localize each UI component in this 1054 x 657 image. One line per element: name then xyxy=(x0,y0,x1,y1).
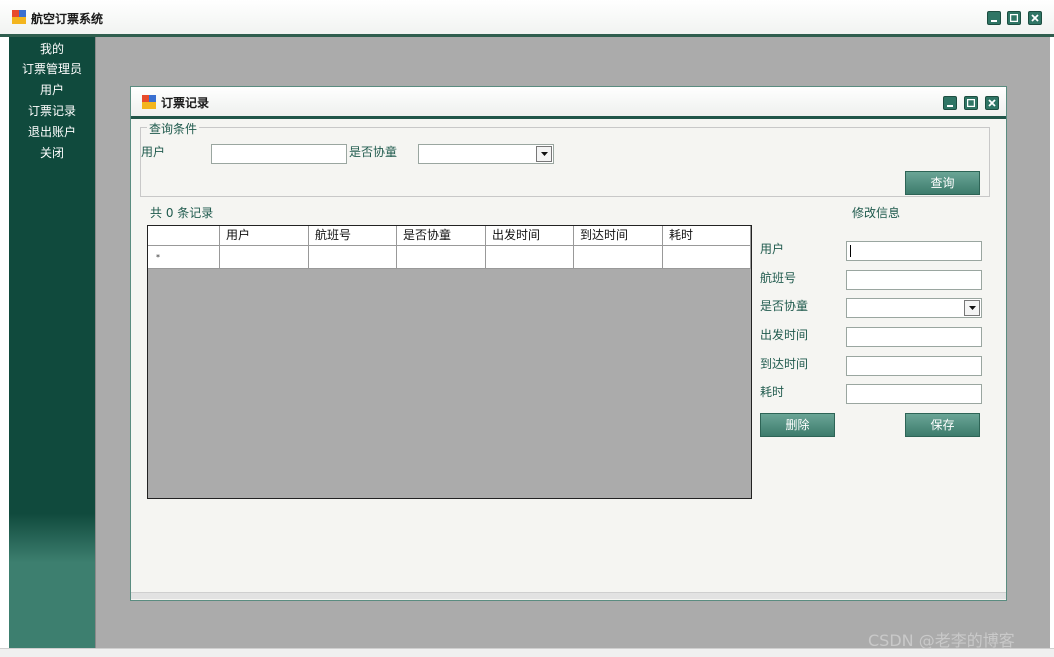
edit-departure-input[interactable] xyxy=(846,327,982,347)
edit-duration-input[interactable] xyxy=(846,384,982,404)
child-close-icon[interactable] xyxy=(985,96,999,110)
chevron-down-icon[interactable] xyxy=(536,146,552,162)
sidebar-item-mine[interactable]: 我的 xyxy=(9,39,95,59)
query-button[interactable]: 查询 xyxy=(905,171,980,195)
query-child-combobox[interactable] xyxy=(418,144,554,164)
chevron-down-icon[interactable] xyxy=(964,300,980,316)
delete-button[interactable]: 删除 xyxy=(760,413,835,437)
child-maximize-icon[interactable] xyxy=(964,96,978,110)
app-icon xyxy=(12,10,26,24)
child-titlebar: 订票记录 xyxy=(131,87,1006,116)
grid-corner-header xyxy=(148,226,220,246)
grid-cell[interactable] xyxy=(574,246,663,269)
edit-flight-input[interactable] xyxy=(846,270,982,290)
grid-column-header[interactable]: 耗时 xyxy=(663,226,751,246)
main-titlebar: 航空订票系统 xyxy=(0,0,1054,34)
records-grid[interactable]: 用户 航班号 是否协童 出发时间 到达时间 耗时 * xyxy=(147,225,752,499)
child-window-title: 订票记录 xyxy=(161,96,210,110)
sidebar-item-booking-records[interactable]: 订票记录 xyxy=(9,101,95,121)
edit-child-label: 是否协童 xyxy=(760,299,809,313)
window-icon xyxy=(142,95,156,109)
grid-cell[interactable] xyxy=(397,246,486,269)
grid-column-header[interactable]: 用户 xyxy=(220,226,309,246)
save-button[interactable]: 保存 xyxy=(905,413,980,437)
edit-user-label: 用户 xyxy=(760,242,785,256)
query-user-input[interactable] xyxy=(211,144,347,164)
edit-child-combobox[interactable] xyxy=(846,298,982,318)
text-cursor xyxy=(850,245,851,257)
grid-cell[interactable] xyxy=(486,246,574,269)
edit-duration-label: 耗时 xyxy=(760,385,785,399)
new-row-marker[interactable]: * xyxy=(148,246,220,269)
sidebar-item-logout[interactable]: 退出账户 xyxy=(9,122,95,142)
child-titlebar-divider xyxy=(131,116,1006,119)
query-child-label: 是否协童 xyxy=(349,145,398,159)
edit-arrival-label: 到达时间 xyxy=(760,357,809,371)
child-status-strip xyxy=(131,592,1006,599)
grid-column-header[interactable]: 航班号 xyxy=(309,226,397,246)
grid-cell[interactable] xyxy=(309,246,397,269)
edit-panel-title: 修改信息 xyxy=(852,206,901,220)
edit-arrival-input[interactable] xyxy=(846,356,982,376)
booking-records-window: 订票记录 查询条件 用户 是否协童 查询 共 0 条记录 用户 航班号 是否协童… xyxy=(130,86,1007,601)
grid-column-header[interactable]: 出发时间 xyxy=(486,226,574,246)
grid-column-header[interactable]: 到达时间 xyxy=(574,226,663,246)
grid-cell[interactable] xyxy=(663,246,751,269)
grid-cell[interactable] xyxy=(220,246,309,269)
sidebar-menu: 我的 订票管理员 用户 订票记录 退出账户 关闭 xyxy=(9,37,95,648)
grid-column-header[interactable]: 是否协童 xyxy=(397,226,486,246)
sidebar-item-close[interactable]: 关闭 xyxy=(9,143,95,163)
query-user-label: 用户 xyxy=(141,145,166,159)
maximize-icon[interactable] xyxy=(1007,11,1021,25)
minimize-icon[interactable] xyxy=(987,11,1001,25)
edit-flight-label: 航班号 xyxy=(760,271,797,285)
child-minimize-icon[interactable] xyxy=(943,96,957,110)
edit-departure-label: 出发时间 xyxy=(760,328,809,342)
sidebar-item-booking-admin[interactable]: 订票管理员 xyxy=(9,59,95,79)
edit-user-input[interactable] xyxy=(846,241,982,261)
sidebar-item-users[interactable]: 用户 xyxy=(9,80,95,100)
record-count: 共 0 条记录 xyxy=(150,206,214,220)
close-icon[interactable] xyxy=(1028,11,1042,25)
app-title: 航空订票系统 xyxy=(31,12,104,26)
query-group-legend: 查询条件 xyxy=(147,120,200,137)
